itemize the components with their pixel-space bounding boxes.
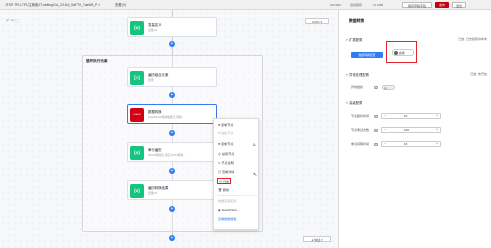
node-title: 数据转换 — [148, 110, 162, 114]
menu-item-node-note[interactable]: ✎ 节点说明 — [218, 160, 234, 166]
toggle-knob — [383, 86, 388, 90]
menu-item-copy-node[interactable]: ⧉ 复制节点 — [218, 122, 233, 128]
node-subtitle: 结果 — [148, 78, 154, 82]
close-tab-icon[interactable]: × — [98, 3, 100, 7]
plus-icon[interactable]: + — [436, 128, 438, 134]
mouse-cursor-icon: ↖ — [253, 172, 258, 178]
undo-redo-icons[interactable]: ↶ ↷ ⬚ — [6, 18, 19, 23]
timeout-value[interactable]: 10 — [404, 114, 407, 120]
status-autosave: 自动保存 — [350, 3, 363, 7]
huawei-logo-icon: HUAWEI — [130, 108, 144, 122]
toggle-knob — [394, 51, 399, 56]
field-label-retry-count: 节点重试次数 — [351, 128, 370, 132]
loop-group-title: 循环执行元素 — [86, 59, 108, 63]
node-subtitle: JSON转成表 对应JSON转换... — [148, 153, 186, 157]
help-icon[interactable]: ? — [374, 85, 378, 89]
node-data-transform[interactable]: HUAWEI 数据转换 SparkPack转换数据元 转换... — [127, 104, 217, 124]
minus-icon[interactable]: − — [384, 128, 386, 134]
add-node-plus-icon[interactable]: + — [169, 168, 175, 174]
publish-button[interactable]: 发布 — [435, 2, 449, 8]
canvas-mode-select[interactable]: ● 快捷 ▾ — [303, 236, 331, 242]
variable-icon: {x} — [130, 21, 144, 35]
menu-item-disable-node[interactable]: ⊘ 禁用节点 — [218, 151, 234, 157]
add-node-plus-icon[interactable]: + — [169, 130, 175, 136]
app-tab[interactable]: JTSP-TPU-TPU主管组/IT-setting/CA_23.8.6_SaF… — [5, 2, 100, 9]
menu-item-duplicate-node[interactable]: ⧉ 复制节点 — [218, 141, 233, 147]
minus-icon[interactable]: − — [384, 142, 386, 148]
node-iterate[interactable]: [≡] 遍历组合元素 结果 — [127, 67, 217, 87]
section-extend-note: 已启, 日志级别请参考 — [458, 37, 487, 41]
version-menu[interactable]: 查看(V) — [115, 2, 126, 9]
node-serial-iterate[interactable]: {x} 串行遍历 JSON转成表 对应JSON转换... — [127, 142, 217, 162]
enable-toggle[interactable]: 启用 — [392, 49, 414, 56]
panel-title: 数据转换 — [349, 19, 365, 23]
section-extend-config[interactable]: ▾ 扩展配置 — [346, 37, 362, 42]
node-subtitle: 变量V2 — [148, 191, 158, 195]
variable-icon: {x} — [130, 146, 144, 160]
section-advanced-config[interactable]: ▾ 高级配置 — [346, 100, 362, 105]
menu-item-log[interactable]: ▤ 日志 — [217, 178, 231, 184]
add-node-plus-icon[interactable]: + — [169, 41, 175, 47]
exception-continue-toggle[interactable] — [382, 85, 395, 90]
data-transform-config-button[interactable]: 数据转换配置 — [351, 52, 383, 58]
caret-down-icon: ▾ — [346, 101, 348, 105]
menu-item-delete[interactable]: 🗑 删除 — [218, 187, 229, 193]
status-count: 20/1000 — [330, 3, 341, 7]
exit-button[interactable]: 退出 — [452, 2, 466, 8]
node-title: 遍历转换结果 — [148, 186, 169, 190]
exception-continue-label: 异常继续 — [351, 85, 364, 89]
retry-interval-stepper[interactable]: − 15 + — [381, 141, 441, 147]
zoom-select[interactable]: 100% ▾ — [305, 18, 329, 24]
variable-icon: {x} — [130, 184, 144, 198]
node-title: 遍历组合元素 — [148, 73, 169, 77]
plus-icon[interactable]: + — [436, 142, 438, 148]
field-label-retry-interval: 重试间隔时间 — [351, 142, 370, 146]
help-icon[interactable]: ? — [374, 142, 378, 146]
timeout-stepper[interactable]: − 10 + — [381, 113, 441, 119]
node-subtitle: SparkPack转换数据元 转换... — [148, 115, 185, 119]
retry-interval-value[interactable]: 15 — [404, 142, 407, 148]
help-icon[interactable]: ? — [374, 114, 378, 118]
add-node-plus-icon[interactable]: + — [169, 92, 175, 98]
title-bar: JTSP-TPU-TPU主管组/IT-setting/CA_23.8.6_SaF… — [0, 0, 491, 10]
add-node-plus-icon[interactable]: + — [169, 235, 175, 241]
status-size: 11.1MB — [373, 3, 384, 7]
field-label-timeout: 节点超时时间 — [351, 114, 370, 118]
node-variable-define[interactable]: {x} 变量定义 变量V2 — [127, 17, 217, 37]
help-icon[interactable]: ? — [374, 128, 378, 132]
retry-count-value[interactable]: 100 — [404, 128, 409, 134]
menu-section-label: 数据来源配置 — [218, 199, 237, 203]
node-iterate-result[interactable]: {x} 遍历转换结果 变量V2 — [127, 180, 217, 200]
node-title: 变量定义 — [148, 23, 162, 27]
save-draft-button[interactable]: 保存草稿字段 — [402, 2, 432, 8]
add-node-plus-icon[interactable]: + — [169, 206, 175, 212]
caret-down-icon: ▾ — [346, 73, 348, 77]
node-subtitle: 变量V2 — [148, 28, 158, 32]
section-exception-config[interactable]: ▾ 异常处理配置 — [346, 72, 369, 77]
caret-down-icon: ▾ — [346, 38, 348, 42]
menu-item-view-template[interactable]: 查看数据模板 — [218, 216, 237, 222]
retry-count-stepper[interactable]: − 100 + — [381, 127, 441, 133]
plus-icon[interactable]: + — [436, 114, 438, 120]
copy-icon[interactable]: ⧉ — [253, 143, 256, 147]
menu-item-source[interactable]: ◉ SparkPack... — [218, 207, 239, 213]
menu-item-paste-node[interactable]: ⧉ 粘贴节点 — [218, 130, 233, 136]
menu-item-view-detail[interactable]: ▤ 查看详情 — [218, 169, 234, 175]
list-icon: [≡] — [130, 71, 144, 85]
section-exception-note: 已启, 未开启 — [470, 72, 487, 76]
minus-icon[interactable]: − — [384, 114, 386, 120]
node-title: 串行遍历 — [148, 148, 162, 152]
